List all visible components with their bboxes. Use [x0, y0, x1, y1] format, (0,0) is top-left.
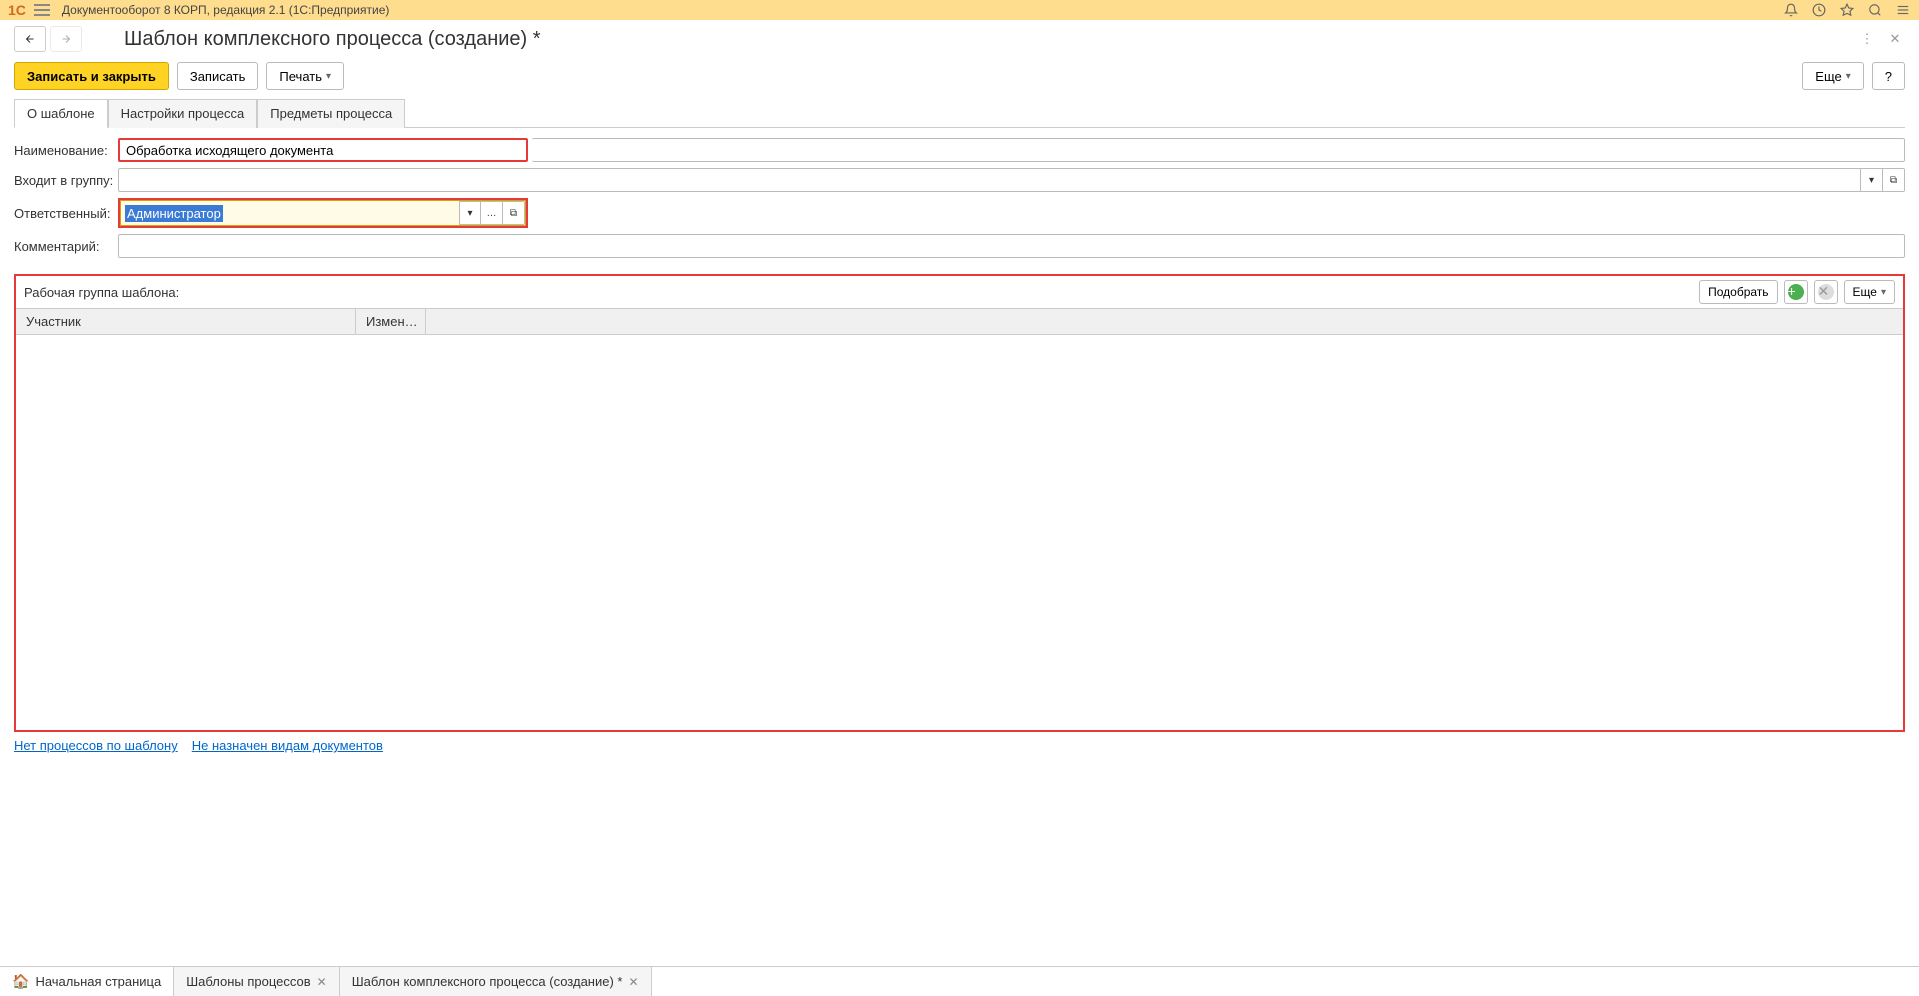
tab-settings[interactable]: Настройки процесса [108, 99, 258, 128]
bottom-tabs: 🏠 Начальная страница Шаблоны процессов ✕… [0, 966, 1919, 996]
col-participant[interactable]: Участник [16, 309, 356, 334]
comment-label: Комментарий: [14, 239, 114, 254]
more-button[interactable]: Еще▾ [1802, 62, 1863, 90]
group-input[interactable] [118, 168, 1861, 192]
table-header: Участник Измен… [16, 309, 1903, 335]
nav-buttons [14, 26, 82, 52]
header-right: ⋮ ✕ [1857, 29, 1905, 49]
menu-icon[interactable] [1895, 2, 1911, 18]
btab-templates-label: Шаблоны процессов [186, 974, 310, 989]
responsible-dropdown-icon[interactable]: ▾ [459, 201, 481, 225]
link-no-processes[interactable]: Нет процессов по шаблону [14, 738, 178, 753]
link-not-assigned[interactable]: Не назначен видам документов [192, 738, 383, 753]
workgroup-table: Участник Измен… [16, 308, 1903, 730]
responsible-highlight: Администратор ▾ … ⧉ [118, 198, 528, 228]
col-spacer [426, 309, 1903, 334]
btab-home[interactable]: 🏠 Начальная страница [0, 967, 174, 996]
history-icon[interactable] [1811, 2, 1827, 18]
workgroup-toolbar: Подобрать + ✕ Еще▾ [1699, 280, 1895, 304]
table-body[interactable] [16, 335, 1903, 730]
row-responsible: Ответственный: Администратор ▾ … ⧉ [14, 198, 1905, 228]
comment-input[interactable] [118, 234, 1905, 258]
titlebar-right [1783, 2, 1911, 18]
print-button[interactable]: Печать▾ [266, 62, 344, 90]
tab-about[interactable]: О шаблоне [14, 99, 108, 128]
col-change[interactable]: Измен… [356, 309, 426, 334]
plus-icon: + [1788, 284, 1804, 300]
workgroup-more-button[interactable]: Еще▾ [1844, 280, 1895, 304]
nav-forward-button[interactable] [50, 26, 82, 52]
page-title: Шаблон комплексного процесса (создание) … [124, 28, 541, 51]
responsible-inner: Администратор ▾ … ⧉ [120, 200, 526, 226]
help-button[interactable]: ? [1872, 62, 1905, 90]
responsible-value: Администратор [125, 205, 223, 222]
star-icon[interactable] [1839, 2, 1855, 18]
nav-back-button[interactable] [14, 26, 46, 52]
row-name: Наименование: [14, 138, 1905, 162]
links: Нет процессов по шаблону Не назначен вид… [0, 732, 1919, 759]
close-icon[interactable]: ✕ [1885, 29, 1905, 49]
row-comment: Комментарий: [14, 234, 1905, 258]
hamburger-icon[interactable] [34, 4, 50, 16]
btab-home-label: Начальная страница [35, 974, 161, 989]
app-title: Документооборот 8 КОРП, редакция 2.1 (1С… [62, 3, 389, 17]
responsible-label: Ответственный: [14, 206, 114, 221]
name-input[interactable] [118, 138, 528, 162]
search-icon[interactable] [1867, 2, 1883, 18]
titlebar-left: 1C Документооборот 8 КОРП, редакция 2.1 … [8, 2, 389, 18]
home-icon: 🏠 [12, 973, 29, 990]
btab-templates[interactable]: Шаблоны процессов ✕ [174, 967, 339, 996]
workgroup-section: Рабочая группа шаблона: Подобрать + ✕ Ещ… [14, 274, 1905, 732]
add-button[interactable]: + [1784, 280, 1808, 304]
titlebar: 1C Документооборот 8 КОРП, редакция 2.1 … [0, 0, 1919, 20]
btab-current[interactable]: Шаблон комплексного процесса (создание) … [340, 967, 652, 996]
pick-button[interactable]: Подобрать [1699, 280, 1777, 304]
form-content: Наименование: Входит в группу: ▾ ⧉ Ответ… [0, 128, 1919, 274]
responsible-select-icon[interactable]: … [481, 201, 503, 225]
close-icon[interactable]: ✕ [628, 975, 638, 989]
header: Шаблон комплексного процесса (создание) … [0, 20, 1919, 58]
group-open-icon[interactable]: ⧉ [1883, 168, 1905, 192]
row-group: Входит в группу: ▾ ⧉ [14, 168, 1905, 192]
close-icon[interactable]: ✕ [317, 975, 327, 989]
responsible-open-icon[interactable]: ⧉ [503, 201, 525, 225]
save-button[interactable]: Записать [177, 62, 259, 90]
minus-icon: ✕ [1818, 284, 1834, 300]
save-close-button[interactable]: Записать и закрыть [14, 62, 169, 90]
group-input-group: ▾ ⧉ [118, 168, 1905, 192]
kebab-icon[interactable]: ⋮ [1857, 29, 1877, 49]
btab-current-label: Шаблон комплексного процесса (создание) … [352, 974, 623, 989]
workgroup-title: Рабочая группа шаблона: [24, 285, 179, 300]
logo-1c: 1C [8, 2, 26, 18]
toolbar: Записать и закрыть Записать Печать▾ Еще▾… [0, 58, 1919, 98]
tabs: О шаблоне Настройки процесса Предметы пр… [14, 98, 1905, 128]
name-label: Наименование: [14, 143, 114, 158]
tab-subjects[interactable]: Предметы процесса [257, 99, 405, 128]
responsible-input[interactable]: Администратор [121, 201, 459, 225]
workgroup-header: Рабочая группа шаблона: Подобрать + ✕ Ещ… [16, 276, 1903, 308]
group-label: Входит в группу: [14, 173, 114, 188]
group-dropdown-icon[interactable]: ▾ [1861, 168, 1883, 192]
bell-icon[interactable] [1783, 2, 1799, 18]
name-input-ext[interactable] [532, 138, 1905, 162]
delete-button[interactable]: ✕ [1814, 280, 1838, 304]
toolbar-right: Еще▾ ? [1802, 62, 1905, 90]
